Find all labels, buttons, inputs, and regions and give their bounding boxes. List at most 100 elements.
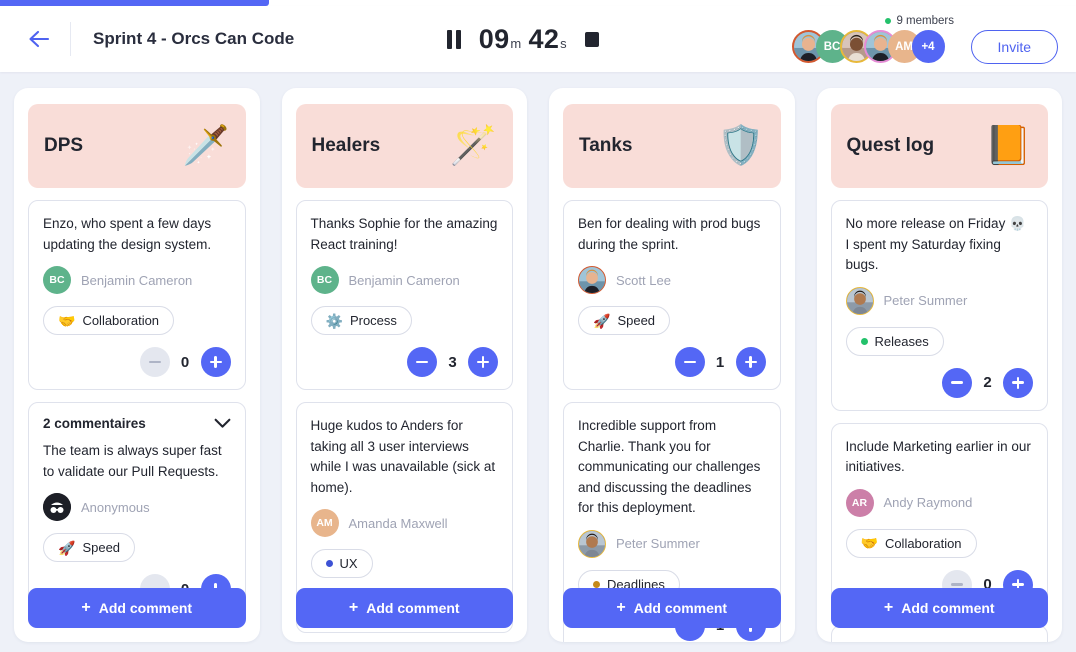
add-comment-button[interactable]: + Add comment: [830, 588, 1048, 628]
members-area: 9 members BC AM +4 Invite: [791, 15, 1058, 64]
add-comment-button[interactable]: + Add comment: [563, 588, 781, 628]
tag-label: Speed: [617, 313, 656, 329]
decrement-button[interactable]: [942, 367, 972, 398]
add-comment-button[interactable]: + Add comment: [295, 588, 513, 628]
column-cards: Ben for dealing with prod bugs during th…: [563, 188, 781, 642]
vote-counter: 1: [578, 347, 766, 378]
card-author: BC Benjamin Cameron: [310, 266, 499, 295]
magic-wand-icon: 🪄: [449, 125, 497, 167]
author-name: Peter Summer: [616, 536, 700, 552]
tag-label: Releases: [874, 333, 929, 349]
timer-seconds-unit: s: [560, 35, 567, 51]
card-text: Enzo, who spent a few days updating the …: [43, 216, 212, 252]
board-column-healers: Healers 🪄 Thanks Sophie for the amazing R…: [281, 88, 527, 642]
increment-button[interactable]: [735, 347, 766, 378]
members-row: BC AM +4 Invite: [791, 29, 1058, 64]
avatar: BC: [310, 266, 339, 295]
board-column-quest-log: Quest log 📙 No more release on Friday 💀 I …: [816, 88, 1062, 642]
card-text: Huge kudos to Anders for taking all 3 us…: [310, 418, 496, 495]
tag-label: Process: [349, 313, 397, 329]
card-author: AR Andy Raymond: [845, 488, 1034, 517]
author-name: Benjamin Cameron: [81, 272, 193, 288]
feedback-card[interactable]: Include Marketing earlier in our initiat…: [830, 422, 1048, 613]
column-cards: Enzo, who spent a few days updating the …: [28, 188, 246, 642]
column-header: DPS 🗡️: [28, 104, 246, 188]
avatar: [578, 529, 606, 558]
card-tag[interactable]: Releases: [845, 326, 944, 356]
plus-icon: +: [616, 599, 626, 616]
vote-counter: 2: [846, 367, 1033, 398]
increment-button[interactable]: [200, 347, 231, 378]
add-comment-button[interactable]: + Add comment: [28, 588, 246, 628]
vote-count: 1: [715, 353, 725, 371]
column-header: Quest log 📙: [830, 104, 1048, 188]
author-name: Amanda Maxwell: [348, 515, 448, 531]
feedback-card[interactable]: No more release on Friday 💀 I spent my Sa…: [830, 200, 1048, 411]
header-divider: [70, 22, 71, 56]
card-tag[interactable]: ⚙️ Process: [310, 306, 412, 336]
timer-minutes-unit: m: [510, 35, 522, 51]
card-author: Scott Lee: [578, 266, 766, 295]
author-name: Benjamin Cameron: [348, 272, 460, 288]
avatar: BC: [43, 266, 71, 295]
card-text: Thanks Sophie for the amazing React trai…: [310, 216, 498, 252]
author-name: Peter Summer: [883, 293, 968, 309]
column-header: Healers 🪄: [295, 104, 513, 188]
increment-button[interactable]: [468, 347, 498, 378]
tag-glyph-icon: 🤝: [58, 312, 76, 329]
sword-icon: 🗡️: [182, 125, 230, 167]
back-button[interactable]: [22, 22, 56, 56]
author-name: Scott Lee: [616, 272, 671, 288]
column-title: DPS: [44, 135, 84, 156]
pause-button[interactable]: [446, 29, 461, 49]
author-name: Andy Raymond: [883, 495, 973, 511]
decrement-button[interactable]: [407, 347, 437, 378]
chevron-down-icon[interactable]: [214, 418, 231, 429]
card-author: Anonymous: [43, 493, 231, 522]
stop-button[interactable]: [584, 31, 599, 47]
timer-minutes: 09: [478, 23, 510, 54]
avatar: AR: [845, 488, 874, 517]
members-count-label: 9 members: [896, 14, 954, 27]
column-title: Tanks: [579, 135, 633, 156]
avatar: [578, 266, 606, 295]
avatar-overflow[interactable]: +4: [911, 30, 945, 63]
card-author: BC Benjamin Cameron: [43, 266, 231, 295]
card-author: Peter Summer: [578, 529, 766, 558]
plus-icon: +: [348, 599, 359, 616]
tag-label: Speed: [82, 540, 121, 556]
feedback-card[interactable]: Enzo, who spent a few days updating the …: [28, 200, 246, 391]
column-bottom-spacer: [28, 629, 246, 642]
decrement-button[interactable]: [674, 347, 705, 378]
card-tag[interactable]: 🚀 Speed: [43, 533, 136, 563]
board-column-dps: DPS 🗡️ Enzo, who spent a few days updatin…: [14, 88, 260, 642]
board-column-tanks: Tanks 🛡️ Ben for dealing with prod bugs d…: [549, 88, 795, 642]
online-status-dot: [885, 17, 892, 24]
add-comment-label: Add comment: [366, 600, 460, 616]
tag-glyph-icon: 🚀: [58, 539, 76, 556]
card-tag[interactable]: 🤝 Collaboration: [845, 528, 977, 558]
pause-icon: [446, 29, 461, 49]
timer-seconds: 42: [528, 23, 560, 54]
book-icon: 📙: [984, 125, 1032, 167]
card-tag[interactable]: UX: [310, 549, 373, 579]
card-collapse-bar[interactable]: 2 commentaires: [43, 416, 231, 431]
feedback-card[interactable]: Thanks Sophie for the amazing React trai…: [295, 200, 513, 391]
card-tag[interactable]: 🤝 Collaboration: [43, 306, 175, 336]
members-count: 9 members: [885, 15, 954, 27]
vote-counter: 3: [311, 347, 498, 378]
column-title: Quest log: [846, 135, 935, 156]
invite-button[interactable]: Invite: [970, 29, 1058, 64]
avatar-stack[interactable]: BC AM +4: [791, 30, 945, 63]
feedback-card[interactable]: 2 commentaires The team is always super …: [28, 402, 246, 618]
feedback-card[interactable]: Ben for dealing with prod bugs during th…: [563, 200, 781, 391]
tag-dot-icon: [325, 560, 333, 568]
tag-glyph-icon: 🚀: [593, 312, 611, 329]
vote-count: 3: [448, 353, 457, 371]
card-tag[interactable]: 🚀 Speed: [578, 306, 671, 336]
incognito-icon: [43, 493, 71, 522]
app-header: Sprint 4 - Orcs Can Code 09 m 42 s 9 member…: [0, 6, 1076, 72]
increment-button[interactable]: [1003, 367, 1033, 398]
card-author: Peter Summer: [845, 286, 1034, 315]
card-author: AM Amanda Maxwell: [310, 509, 499, 538]
